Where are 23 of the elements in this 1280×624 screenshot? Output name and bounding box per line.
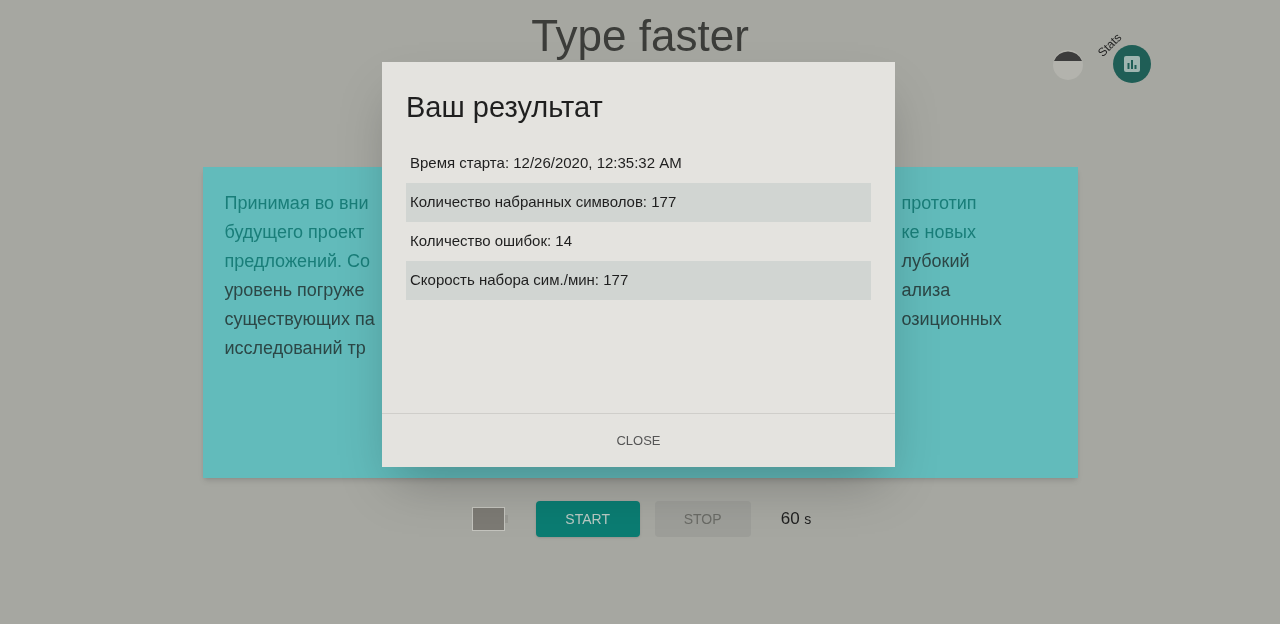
passage-text: прототип — [901, 192, 977, 215]
dialog-title: Ваш результат — [406, 90, 604, 125]
passage-text: предложений. Со — [224, 251, 370, 271]
result-row: Количество набранных символов: 177 — [406, 182, 871, 222]
passage-text: уровень погруже — [224, 280, 365, 300]
passage-text: существующих па — [224, 309, 375, 329]
passage-text: озиционных — [901, 308, 1002, 331]
bar-chart-icon — [1124, 56, 1140, 72]
passage-text: будущего проект — [224, 222, 365, 242]
result-row-text: Количество ошибок: 14 — [409, 230, 573, 251]
passage-text: ке новых — [901, 221, 977, 244]
passage-text: ализа — [901, 279, 951, 302]
result-row: Скорость набора сим./мин: 177 — [406, 260, 871, 300]
result-row-text: Время старта: 12/26/2020, 12:35:32 AM — [409, 152, 683, 173]
passage-text: Принимая во вни — [224, 193, 369, 213]
battery-icon — [471, 507, 508, 531]
page-title: Type faster — [531, 14, 749, 58]
timer-value: 60 s — [780, 508, 812, 531]
passage-text: лубокий — [901, 250, 970, 273]
close-button[interactable]: CLOSE — [604, 426, 673, 455]
passage-text: исследований тр — [224, 338, 366, 358]
start-button[interactable]: START — [535, 501, 640, 537]
theme-toggle-icon[interactable] — [1052, 49, 1084, 81]
